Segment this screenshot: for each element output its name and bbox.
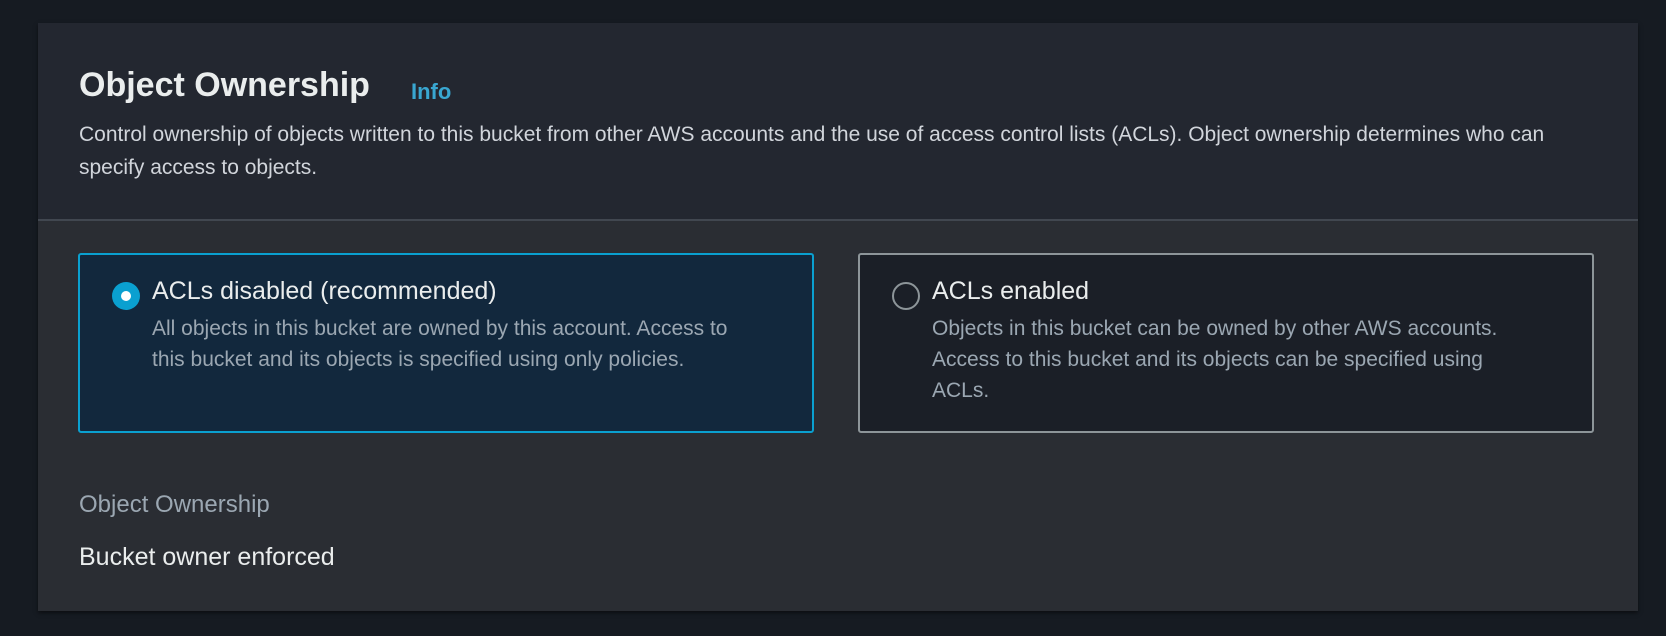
field-value: Bucket owner enforced xyxy=(79,543,335,571)
field-label: Object Ownership xyxy=(79,491,270,518)
option-acls-disabled[interactable]: ACLs disabled (recommended) All objects … xyxy=(78,253,814,433)
section-description: Control ownership of objects written to … xyxy=(79,123,1545,179)
option-description: Objects in this bucket can be owned by o… xyxy=(932,317,1498,402)
option-label: ACLs enabled xyxy=(932,277,1090,305)
option-description: All objects in this bucket are owned by … xyxy=(152,317,728,371)
object-ownership-panel: Object Ownership Info Control ownership … xyxy=(38,23,1638,611)
section-title: Object Ownership xyxy=(79,66,370,104)
option-label: ACLs disabled (recommended) xyxy=(152,277,497,305)
panel-header: Object Ownership Info Control ownership … xyxy=(38,23,1638,221)
info-link[interactable]: Info xyxy=(411,79,451,105)
radio-unselected-icon[interactable] xyxy=(892,282,920,310)
radio-selected-icon[interactable] xyxy=(112,282,140,310)
option-acls-enabled[interactable]: ACLs enabled Objects in this bucket can … xyxy=(858,253,1594,433)
